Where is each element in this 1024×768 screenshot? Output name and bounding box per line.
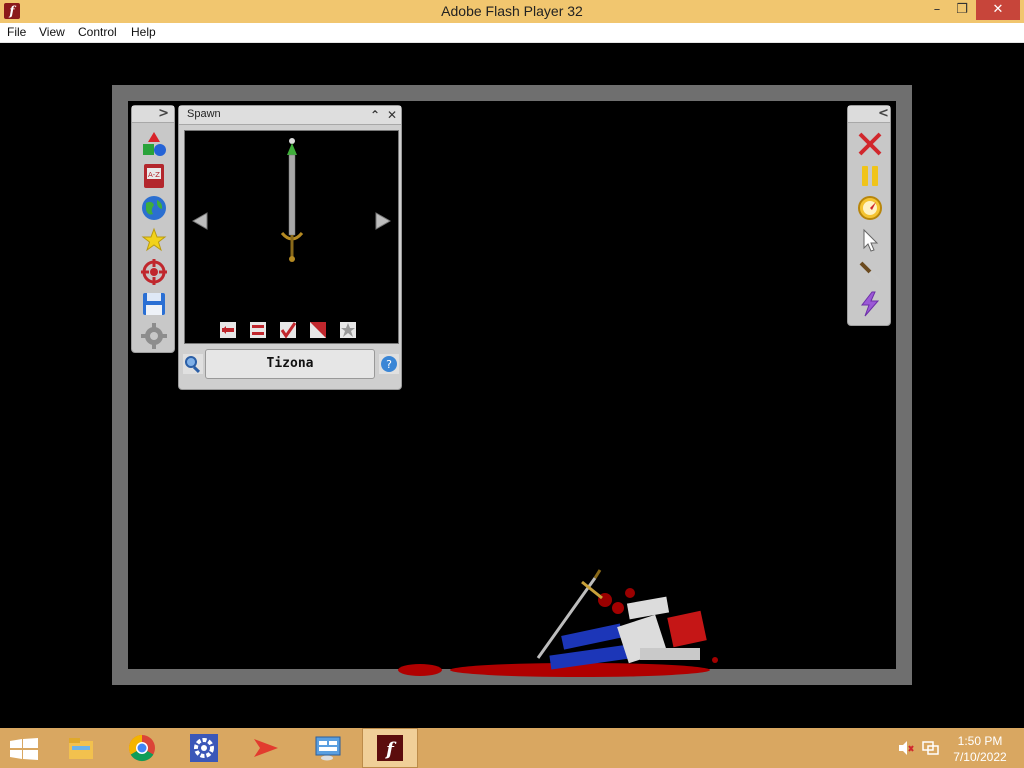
left-toolbar: > A-Z	[131, 105, 175, 353]
clock-date: 7/10/2022	[953, 750, 1007, 764]
spawn-search-row: Tizona ?	[183, 349, 399, 379]
close-panel-button[interactable]: ✕	[384, 106, 400, 124]
chrome-icon[interactable]	[114, 728, 170, 768]
flip-icon[interactable]	[219, 321, 237, 339]
spawn-panel: Spawn ⌃ ✕ Tizona ?	[178, 105, 402, 390]
globe-icon[interactable]	[139, 194, 169, 222]
system-clock[interactable]: 1:50 PM 7/10/2022	[948, 733, 1012, 765]
a-z-icon[interactable]: A-Z	[139, 162, 169, 190]
right-toolbar: <	[847, 105, 891, 326]
settings-icon[interactable]	[139, 322, 169, 350]
chevron-left-icon[interactable]: <	[878, 106, 889, 121]
settings-app-icon[interactable]	[176, 728, 232, 768]
save-icon[interactable]	[139, 290, 169, 318]
chevron-right-icon[interactable]: >	[158, 106, 169, 121]
help-icon[interactable]: ?	[379, 354, 399, 374]
shapes-icon[interactable]	[139, 130, 169, 158]
cursor-icon[interactable]	[855, 226, 885, 254]
selected-item-name[interactable]: Tizona	[205, 349, 375, 379]
spawn-panel-header[interactable]: Spawn ⌃ ✕	[179, 106, 401, 125]
search-icon[interactable]	[183, 354, 203, 374]
ragdoll-scene[interactable]	[390, 560, 740, 685]
left-toolbar-header: >	[132, 106, 174, 123]
swap-icon[interactable]	[249, 321, 267, 339]
spawn-panel-title: Spawn	[187, 108, 221, 120]
minimize-button[interactable]: –	[925, 0, 949, 20]
previous-item-icon[interactable]	[191, 211, 209, 231]
flash-player-window: f Adobe Flash Player 32 – ❐ ✕ File View …	[0, 0, 1024, 768]
pause-icon[interactable]	[855, 162, 885, 190]
restore-button[interactable]: ❐	[950, 0, 974, 20]
menu-control[interactable]: Control	[78, 25, 117, 39]
compass-icon[interactable]	[855, 194, 885, 222]
tizona-sword-preview	[280, 138, 304, 262]
svg-text:A-Z: A-Z	[148, 171, 160, 179]
clock-time: 1:50 PM	[957, 734, 1003, 748]
close-button[interactable]: ✕	[976, 0, 1020, 20]
explode-icon[interactable]	[339, 321, 357, 339]
star-icon[interactable]	[139, 226, 169, 254]
menu-bar: File View Control Help	[0, 23, 1024, 43]
arrow-app-icon[interactable]	[238, 728, 294, 768]
minimize-panel-button[interactable]: ⌃	[367, 106, 383, 124]
window-title: Adobe Flash Player 32	[441, 3, 583, 19]
menu-help[interactable]: Help	[131, 25, 156, 39]
file-explorer-icon[interactable]	[53, 728, 109, 768]
windows-start-icon[interactable]	[10, 738, 38, 760]
svg-text:?: ?	[386, 358, 392, 371]
lightning-icon[interactable]	[855, 290, 885, 318]
title-bar[interactable]: f Adobe Flash Player 32 – ❐ ✕	[0, 0, 1024, 23]
volume-muted-icon[interactable]	[896, 728, 916, 768]
right-toolbar-header: <	[848, 106, 890, 123]
menu-file[interactable]: File	[7, 25, 26, 39]
spawn-small-tools	[219, 321, 369, 339]
spawn-preview[interactable]	[184, 130, 399, 344]
no-collide-icon[interactable]	[309, 321, 327, 339]
menu-view[interactable]: View	[39, 25, 65, 39]
network-icon[interactable]	[920, 728, 940, 768]
delete-icon[interactable]	[855, 130, 885, 158]
next-item-icon[interactable]	[374, 211, 392, 231]
taskbar: f 1:50 PM 7/10/2022	[0, 728, 1024, 768]
control-panel-icon[interactable]	[300, 728, 356, 768]
target-icon[interactable]	[139, 258, 169, 286]
flash-player-icon[interactable]: f	[362, 728, 418, 768]
knife-icon[interactable]	[855, 258, 885, 286]
check-icon[interactable]	[279, 321, 297, 339]
